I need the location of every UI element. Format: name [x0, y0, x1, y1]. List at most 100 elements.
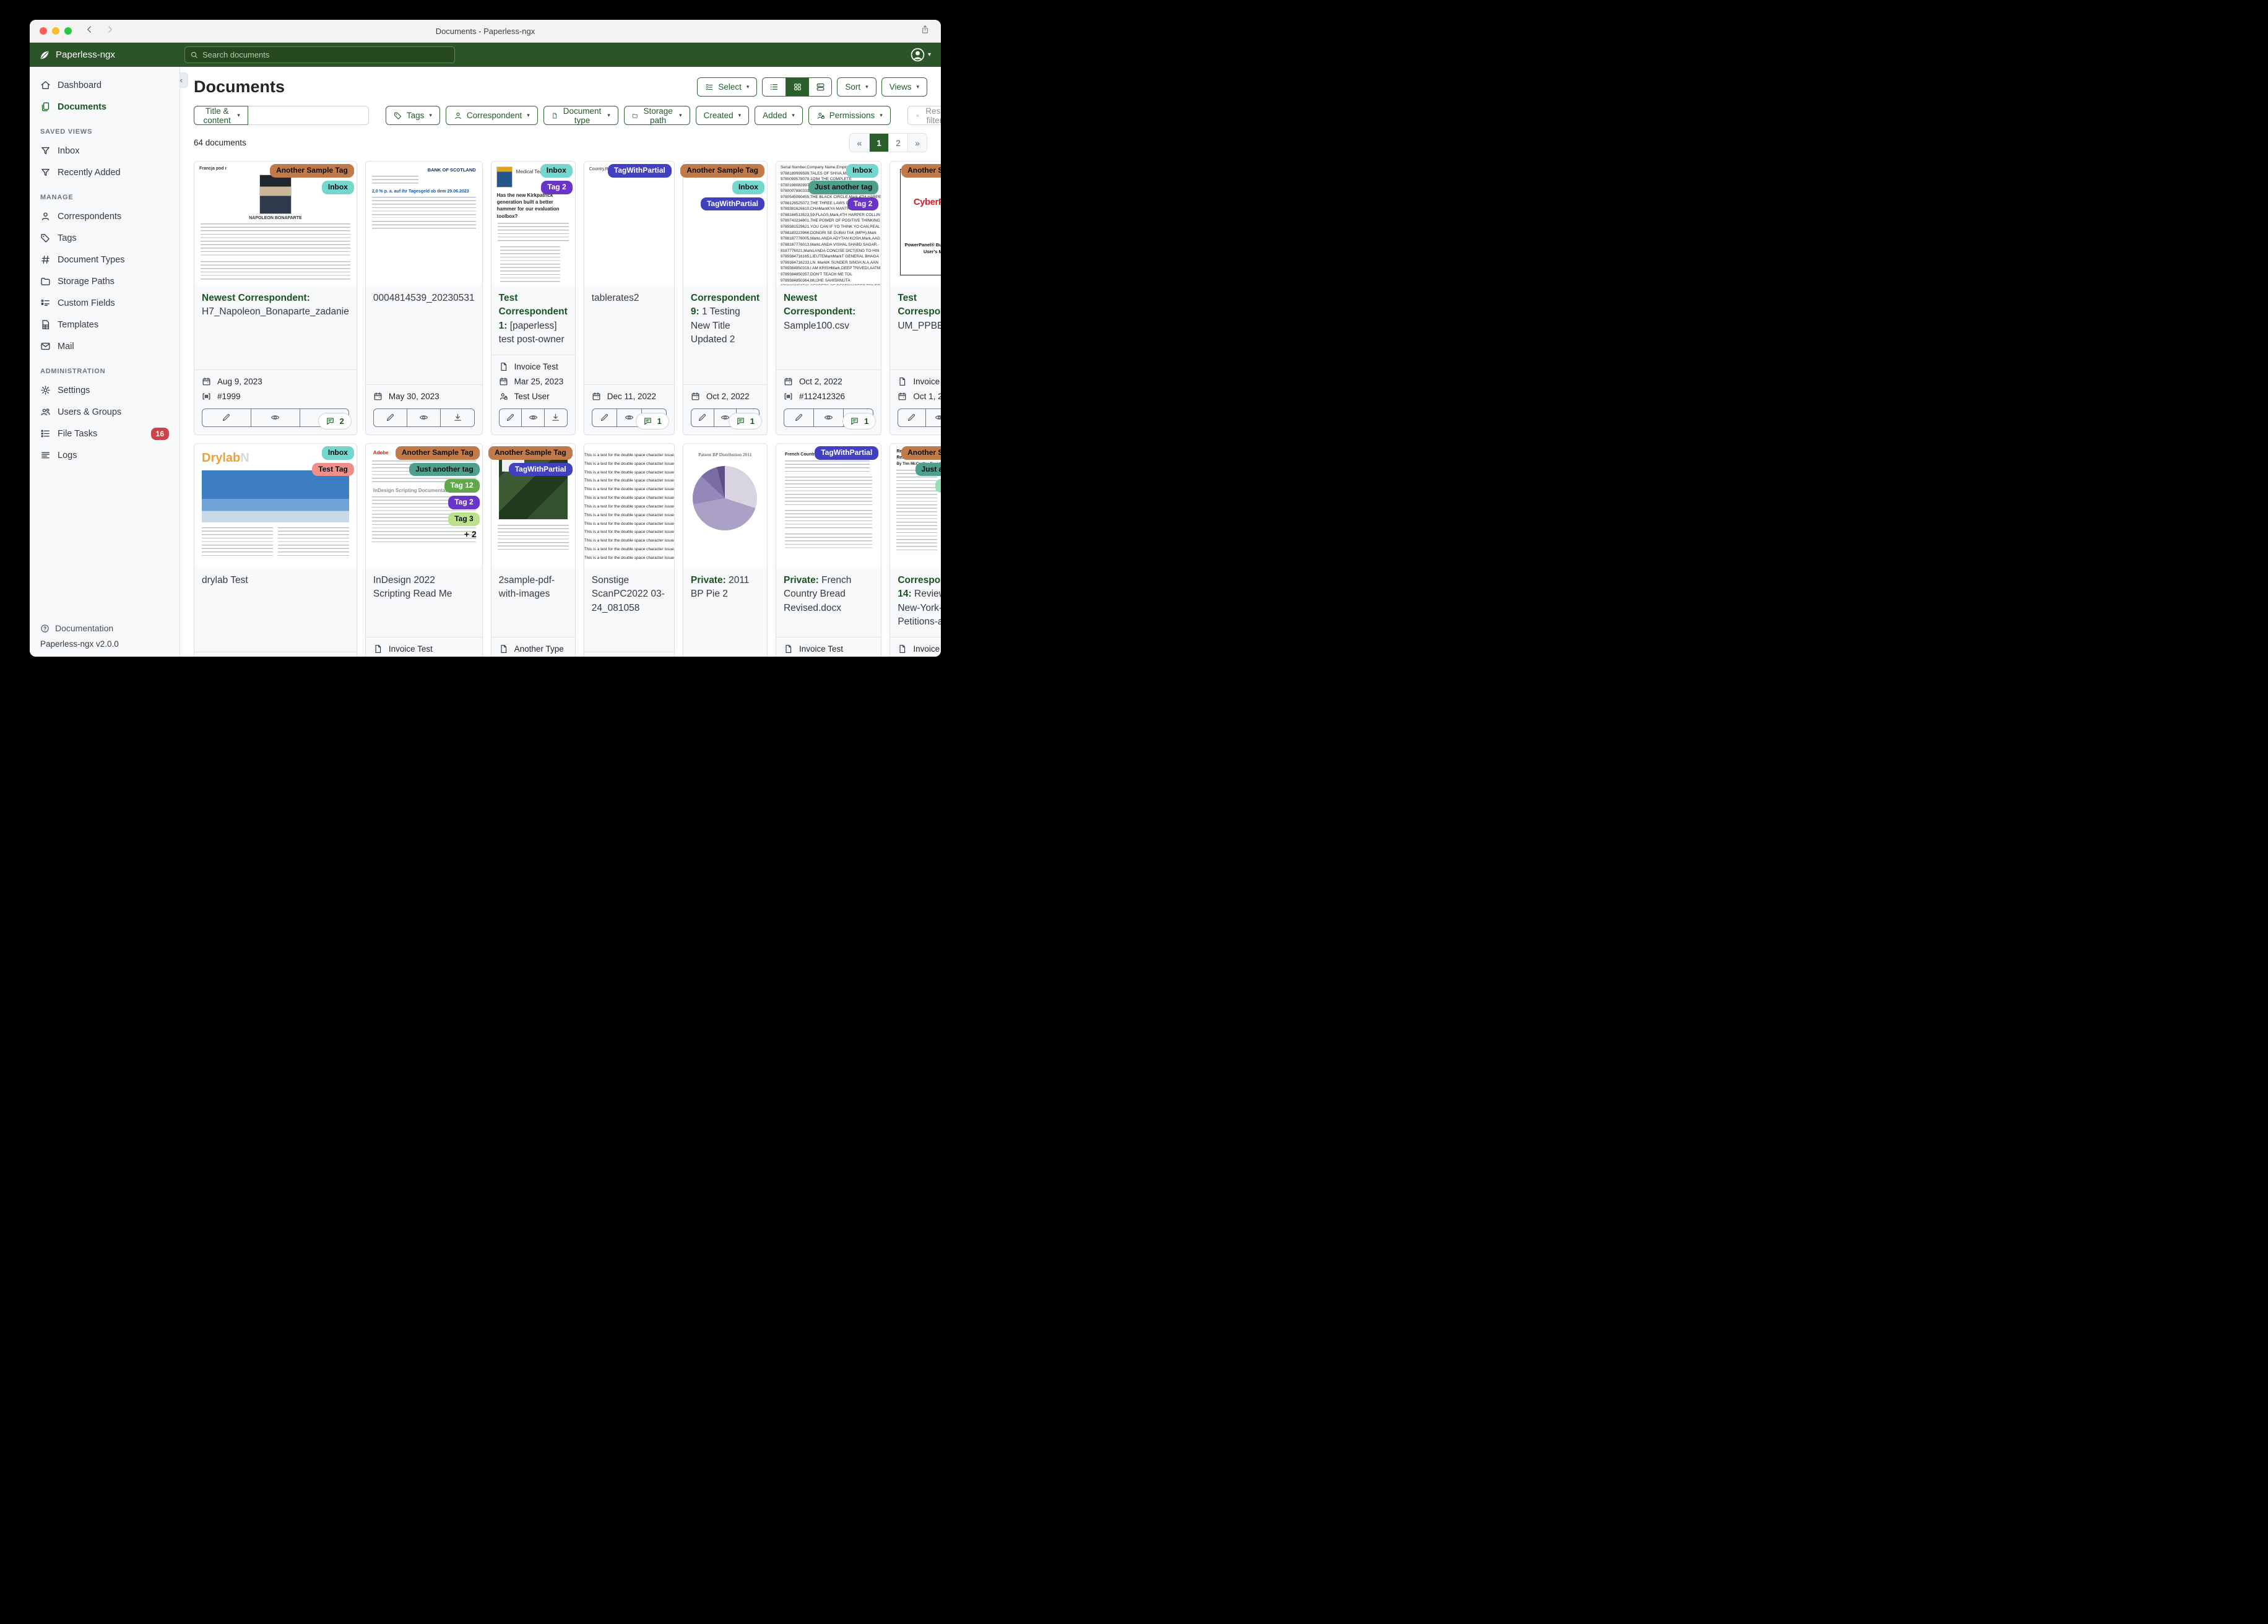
view-detail-button[interactable]	[808, 78, 832, 96]
added-filter-button[interactable]: Added ▾	[755, 106, 803, 125]
document-thumbnail[interactable]: Patient BP Distribution 2011	[683, 443, 767, 568]
tag-badge[interactable]: Tag 2	[448, 496, 480, 510]
tag-badge[interactable]: TagWithPartial	[508, 462, 573, 477]
edit-button[interactable]	[691, 409, 714, 426]
document-card[interactable]: Another Sample TagTagWithPartial12sample…	[488, 443, 576, 657]
edit-button[interactable]	[592, 409, 617, 426]
document-card[interactable]: CyberPower PowerPanel® Business EditionUs…	[889, 161, 941, 435]
preview-button[interactable]	[250, 408, 300, 426]
tag-badge[interactable]: TagWithPartial	[815, 446, 879, 460]
tag-badge[interactable]: Another Sample Tag	[680, 164, 764, 178]
tag-badge[interactable]: Another Sample Tag	[488, 446, 573, 460]
document-title[interactable]: 0004814539_20230531	[365, 285, 482, 384]
tag-badge[interactable]: Tag 2	[541, 180, 573, 194]
document-thumbnail[interactable]: CyberPower PowerPanel® Business EditionUs…	[890, 162, 941, 285]
document-card[interactable]: Medical Teacher Has the new Kirkpatrick g…	[490, 161, 576, 435]
preview-button[interactable]	[925, 408, 941, 426]
document-title[interactable]: Private: French Country Bread Revised.do…	[776, 567, 881, 637]
preview-button[interactable]	[813, 408, 843, 426]
document-card[interactable]: Patient BP Distribution 2011 Private: 201…	[682, 443, 768, 657]
documentation-link[interactable]: Documentation	[40, 623, 169, 633]
edit-button[interactable]	[500, 409, 522, 426]
pagination-page-1[interactable]: 1	[869, 134, 888, 152]
tag-badge[interactable]: Inbox	[321, 446, 354, 460]
sidebar-item-documents[interactable]: Documents	[30, 96, 180, 118]
tag-badge[interactable]: Tag 3	[448, 512, 480, 526]
document-thumbnail[interactable]: This is a test for the double space char…	[584, 443, 674, 568]
select-button[interactable]: Select ▾	[697, 77, 758, 97]
document-title[interactable]: Correspondent 9: 1 Testing New Title Upd…	[683, 285, 767, 384]
document-title[interactable]: Private: 2011 BP Pie 2	[683, 567, 767, 657]
document-title[interactable]: Test Correspondent 1: [paperless] test p…	[491, 285, 575, 355]
sidebar-item-templates[interactable]: Templates	[30, 314, 180, 335]
edit-button[interactable]	[374, 409, 407, 426]
storage-path-filter-button[interactable]: Storage path ▾	[623, 106, 690, 125]
document-title[interactable]: drylab Test	[194, 567, 357, 652]
created-filter-button[interactable]: Created ▾	[695, 106, 750, 125]
preview-button[interactable]	[521, 408, 544, 426]
sidebar-item-dashboard[interactable]: Dashboard	[30, 74, 180, 96]
sidebar-item-storage-paths[interactable]: Storage Paths	[30, 270, 180, 292]
document-thumbnail[interactable]: BANK OF SCOTLAND 2,0 % p. a. auf Ihr Tage…	[365, 162, 482, 285]
user-menu[interactable]: ▾	[910, 47, 931, 63]
tag-badge[interactable]: Another Sample Tag	[901, 446, 941, 460]
document-card[interactable]: Country,Region/State,"TagWithPartial 1 tab…	[583, 161, 675, 435]
sidebar-item-correspondents[interactable]: Correspondents	[30, 205, 180, 227]
correspondent-filter-button[interactable]: Correspondent ▾	[445, 106, 538, 125]
pagination-prev[interactable]: «	[850, 134, 869, 152]
pagination-page-2[interactable]: 2	[888, 134, 907, 152]
correspondent-prefix[interactable]: Test Correspondent 1:	[898, 293, 941, 317]
sidebar-item-mail[interactable]: Mail	[30, 335, 180, 357]
edit-button[interactable]	[784, 409, 813, 426]
correspondent-prefix[interactable]: Newest Correspondent:	[784, 293, 855, 317]
tag-badge[interactable]: Another Sample Tag	[270, 164, 354, 178]
document-title[interactable]: tablerates2	[584, 285, 674, 384]
document-card[interactable]: one,1.0 five,5.0Another Sample TagInboxT…	[680, 161, 768, 435]
tag-badge[interactable]: TagWithPartial	[607, 164, 672, 178]
tag-badge[interactable]: Test Tag	[312, 462, 354, 477]
tag-badge[interactable]: Just another tag	[808, 180, 879, 194]
reset-filters-button[interactable]: Reset filters	[907, 106, 941, 125]
history-back-icon[interactable]	[85, 25, 93, 37]
document-title[interactable]: Correspondent 14: Review-of-New-York-Fed…	[890, 567, 941, 637]
download-button[interactable]	[440, 408, 474, 426]
tag-badge[interactable]: Another Sample Tag	[901, 164, 941, 178]
zoom-window-button[interactable]	[64, 27, 72, 35]
tag-badge[interactable]: Inbox	[321, 180, 354, 194]
search-input[interactable]	[202, 50, 449, 59]
view-grid-button[interactable]	[786, 78, 809, 96]
document-card[interactable]: French Country Bread TagWithPartial Privat…	[775, 443, 882, 657]
document-card[interactable]: BANK OF SCOTLAND 2,0 % p. a. auf Ihr Tage…	[365, 161, 483, 435]
correspondent-prefix[interactable]: Private:	[691, 575, 726, 585]
tag-badge[interactable]: Just another tag	[915, 462, 941, 477]
document-card[interactable]: This is a test for the double space char…	[583, 443, 675, 657]
sidebar-item-logs[interactable]: Logs	[30, 444, 180, 466]
sidebar-item-document-types[interactable]: Document Types	[30, 249, 180, 270]
tag-badge[interactable]: Another Sample Tag	[395, 446, 480, 460]
sidebar-collapse-button[interactable]: «	[180, 72, 188, 88]
views-button[interactable]: Views ▾	[881, 77, 927, 97]
sidebar-item-custom-fields[interactable]: Custom Fields	[30, 292, 180, 314]
document-card[interactable]: Review of Arbitral Awards shows Swift Re…	[889, 443, 941, 657]
document-thumbnail[interactable]: French Country Bread	[776, 443, 881, 568]
tags-filter-button[interactable]: Tags ▾	[385, 106, 440, 125]
edit-button[interactable]	[898, 409, 925, 426]
permissions-filter-button[interactable]: Permissions ▾	[808, 106, 891, 125]
app-brand[interactable]: Paperless-ngx	[30, 50, 180, 61]
document-title[interactable]: Newest Correspondent: H7_Napoleon_Bonapa…	[194, 285, 357, 369]
download-button[interactable]	[544, 408, 567, 426]
document-title[interactable]: Newest Correspondent: Sample100.csv	[776, 285, 881, 369]
history-forward-icon[interactable]	[106, 25, 114, 37]
document-card[interactable]: Adobe InDesign Scripting Documentation Ano…	[365, 443, 483, 657]
view-list-button[interactable]	[763, 78, 786, 96]
minimize-window-button[interactable]	[52, 27, 59, 35]
preview-button[interactable]	[407, 408, 440, 426]
document-type-filter-button[interactable]: Document type ▾	[543, 106, 618, 125]
pagination-next[interactable]: »	[907, 134, 927, 152]
document-title[interactable]: InDesign 2022 Scripting Read Me	[365, 567, 482, 637]
sidebar-item-recently-added[interactable]: Recently Added	[30, 162, 180, 183]
share-icon[interactable]	[920, 25, 930, 37]
sidebar-item-users-groups[interactable]: Users & Groups	[30, 401, 180, 423]
correspondent-prefix[interactable]: Private:	[784, 575, 819, 585]
document-title[interactable]: Sonstige ScanPC2022 03-24_081058	[584, 567, 674, 652]
